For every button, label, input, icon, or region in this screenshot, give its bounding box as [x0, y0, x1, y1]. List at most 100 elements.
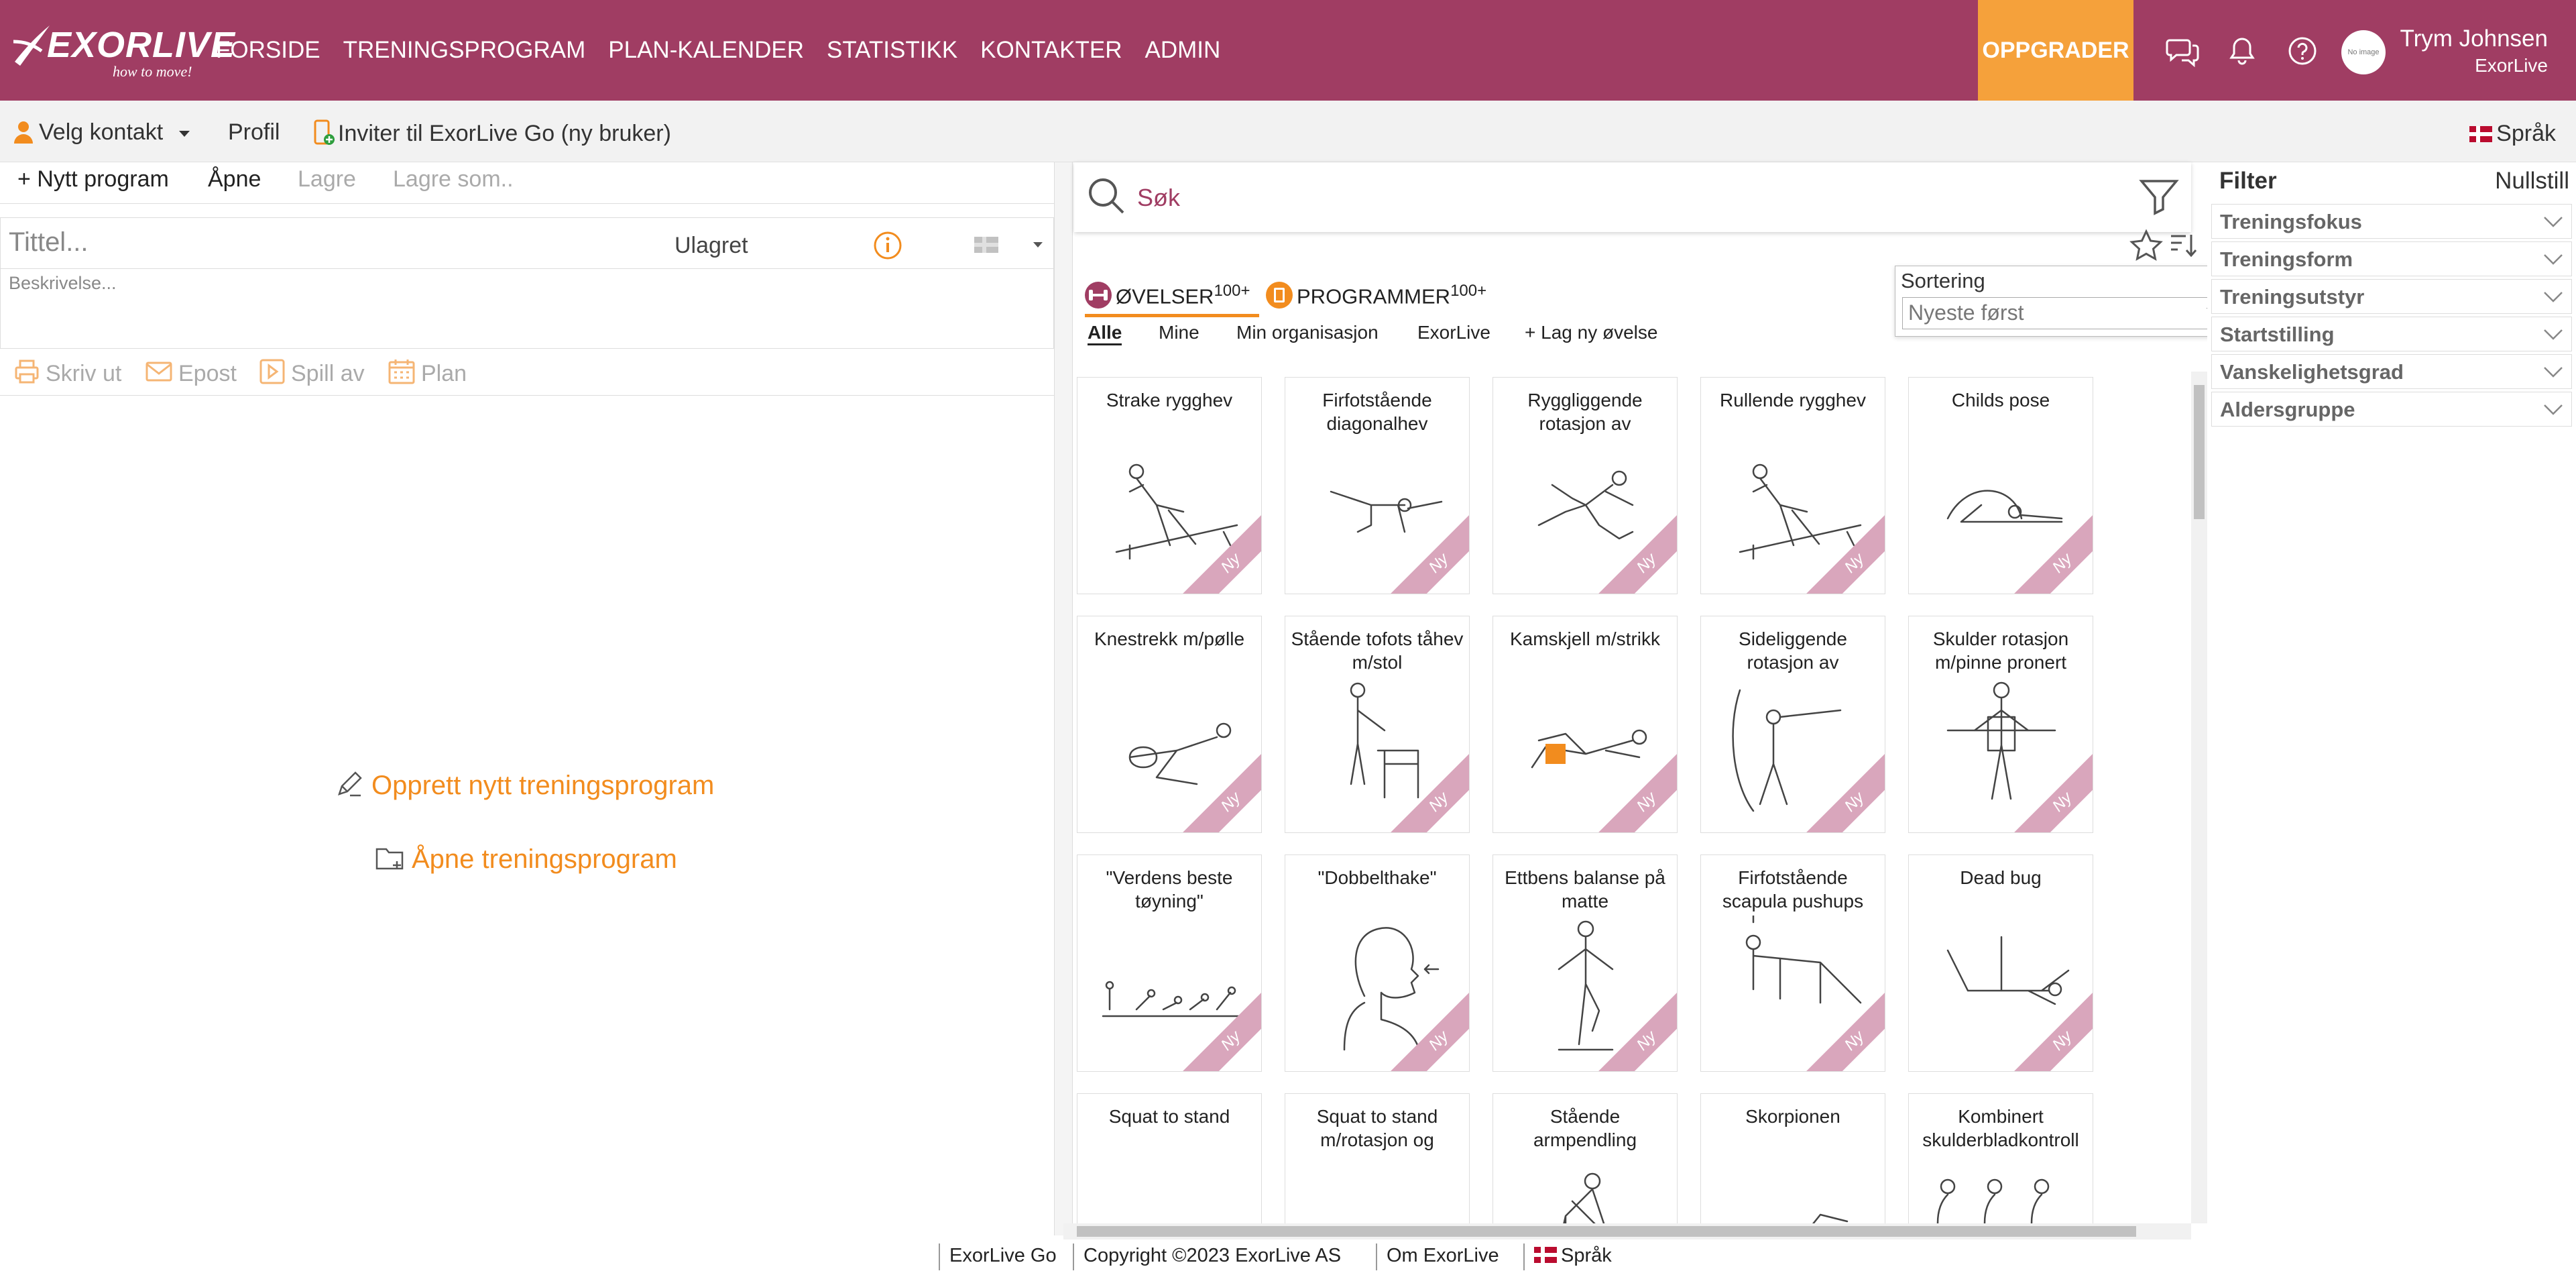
- user-name[interactable]: Trym Johnsen: [2400, 25, 2548, 52]
- exercise-card[interactable]: Firfotstående scapula pushups Ny: [1700, 854, 1885, 1072]
- filter-group[interactable]: Vanskelighetsgrad: [2211, 354, 2572, 389]
- invite-link[interactable]: Inviter til ExorLive Go (ny bruker): [312, 119, 671, 147]
- exercise-card[interactable]: Ryggliggende rotasjon av Ny: [1492, 377, 1678, 594]
- play-button[interactable]: Spill av: [259, 358, 365, 387]
- select-contact-label: Velg kontakt: [39, 119, 164, 145]
- language-selector[interactable]: Språk: [2469, 121, 2556, 147]
- save-as-button[interactable]: Lagre som..: [393, 166, 514, 192]
- email-label: Epost: [178, 361, 237, 386]
- favorite-star-icon[interactable]: [2128, 228, 2164, 264]
- exercise-card[interactable]: Stående tofots tåhev m/stol Ny: [1285, 616, 1470, 833]
- filter-group[interactable]: Treningsform: [2211, 241, 2572, 276]
- exercise-title: Knestrekk m/pølle: [1094, 628, 1245, 649]
- search-bar[interactable]: Søk: [1074, 162, 2191, 232]
- exercise-card[interactable]: Sideliggende rotasjon av Ny: [1700, 616, 1885, 833]
- filter-title: Filter: [2219, 168, 2277, 194]
- filter-group[interactable]: Startstilling: [2211, 317, 2572, 351]
- avatar[interactable]: No image: [2341, 30, 2386, 74]
- chat-icon[interactable]: [2166, 34, 2201, 68]
- filter-reset-button[interactable]: Nullstill: [2495, 168, 2569, 195]
- plan-button[interactable]: Plan: [388, 358, 467, 387]
- nav-item-forside[interactable]: FORSIDE: [216, 0, 320, 101]
- upgrade-button[interactable]: OPPGRADER: [1978, 0, 2133, 101]
- print-button[interactable]: Skriv ut: [13, 358, 121, 387]
- create-exercise-button[interactable]: + Lag ny øvelse: [1525, 322, 1657, 343]
- filter-group-label: Startstilling: [2220, 323, 2335, 346]
- new-program-button[interactable]: + Nytt program: [17, 166, 169, 192]
- filter-group[interactable]: Aldersgruppe: [2211, 392, 2572, 427]
- nav-item-treningsprogram[interactable]: TRENINGSPROGRAM: [343, 0, 586, 101]
- exorlive-logo[interactable]: EXORLIVE how to move!: [12, 21, 235, 82]
- horizontal-scrollbar[interactable]: [1063, 1223, 2191, 1239]
- subtab-my-organization[interactable]: Min organisasjon: [1236, 322, 1379, 343]
- scrollbar-thumb[interactable]: [1077, 1226, 2136, 1237]
- exercise-title: Stående armpendling: [1533, 1106, 1637, 1150]
- nav-item-plan-kalender[interactable]: PLAN-KALENDER: [608, 0, 804, 101]
- logo-tagline: how to move!: [113, 63, 192, 80]
- exercise-card[interactable]: Kombinert skulderbladkontrollNy: [1908, 1093, 2093, 1223]
- exercise-card[interactable]: Squat to standNy: [1077, 1093, 1262, 1223]
- bell-icon[interactable]: [2225, 34, 2260, 68]
- exercise-card[interactable]: Rullende rygghev Ny: [1700, 377, 1885, 594]
- exercise-card[interactable]: SkorpionenNy: [1700, 1093, 1885, 1223]
- info-icon[interactable]: [872, 230, 903, 261]
- exercise-title: Skulder rotasjon m/pinne pronert: [1932, 628, 2069, 673]
- exercise-title: "Verdens beste tøyning": [1106, 867, 1233, 911]
- subtab-exorlive[interactable]: ExorLive: [1417, 322, 1490, 343]
- program-description-input[interactable]: Beskrivelse...: [9, 273, 117, 294]
- subtab-mine[interactable]: Mine: [1159, 322, 1199, 343]
- search-icon[interactable]: [1085, 174, 1128, 217]
- pencil-icon: [338, 771, 362, 797]
- nav-item-admin[interactable]: ADMIN: [1145, 0, 1221, 101]
- email-button[interactable]: Epost: [145, 358, 237, 387]
- program-language-flag-icon[interactable]: [974, 237, 998, 253]
- exercise-card[interactable]: Kamskjell m/strikk Ny: [1492, 616, 1678, 833]
- sort-icon[interactable]: [2168, 231, 2199, 262]
- play-label: Spill av: [291, 361, 365, 386]
- filter-funnel-icon[interactable]: [2138, 174, 2180, 217]
- exercise-title: Dead bug: [1960, 867, 2042, 888]
- exercise-card[interactable]: Knestrekk m/pølle Ny: [1077, 616, 1262, 833]
- vertical-scrollbar[interactable]: [2191, 372, 2207, 1223]
- program-title-input[interactable]: [9, 227, 612, 258]
- program-description-box[interactable]: Beskrivelse...: [0, 268, 1054, 349]
- footer-exorlive-go[interactable]: ExorLive Go: [939, 1244, 1066, 1270]
- footer: ExorLive Go Copyright ©2023 ExorLive AS …: [0, 1239, 2576, 1271]
- profile-link[interactable]: Profil: [228, 119, 280, 146]
- exercise-card[interactable]: Ettbens balanse på matte Ny: [1492, 854, 1678, 1072]
- footer-about[interactable]: Om ExorLive: [1376, 1244, 1509, 1270]
- chevron-down-icon: [2544, 329, 2563, 340]
- exercise-card[interactable]: Dead bug Ny: [1908, 854, 2093, 1072]
- panel-divider[interactable]: [1054, 162, 1073, 1235]
- subtab-all[interactable]: Alle: [1088, 322, 1122, 345]
- tab-exercises[interactable]: ØVELSER100+: [1085, 282, 1250, 309]
- exercise-card[interactable]: Firfotstående diagonalhev Ny: [1285, 377, 1470, 594]
- help-icon[interactable]: [2285, 34, 2320, 68]
- exercise-card[interactable]: "Verdens beste tøyning" Ny: [1077, 854, 1262, 1072]
- sorting-select[interactable]: Nyeste først: [1902, 297, 2215, 329]
- exercise-card[interactable]: Childs pose Ny: [1908, 377, 2093, 594]
- nav-item-statistikk[interactable]: STATISTIKK: [827, 0, 957, 101]
- open-button[interactable]: Åpne: [208, 166, 261, 192]
- filter-group-label: Vanskelighetsgrad: [2220, 360, 2404, 384]
- exercise-card[interactable]: "Dobbelthake" Ny: [1285, 854, 1470, 1072]
- scrollbar-thumb[interactable]: [2194, 385, 2205, 519]
- save-button[interactable]: Lagre: [298, 166, 356, 192]
- footer-language[interactable]: Språk: [1523, 1244, 1621, 1270]
- filter-group[interactable]: Treningsfokus: [2211, 204, 2572, 239]
- create-program-link[interactable]: Opprett nytt treningsprogram: [334, 769, 714, 801]
- exercise-card[interactable]: Stående armpendlingNy: [1492, 1093, 1678, 1223]
- sorting-dropdown-panel: Sortering Nyeste først: [1895, 266, 2229, 337]
- chevron-down-icon: [2544, 292, 2563, 302]
- chevron-down-icon[interactable]: [1033, 242, 1043, 247]
- select-contact-dropdown[interactable]: Velg kontakt: [13, 119, 190, 146]
- search-input[interactable]: Søk: [1137, 184, 1180, 212]
- exercise-card[interactable]: Strake rygghev Ny: [1077, 377, 1262, 594]
- tab-programs[interactable]: PROGRAMMER100+: [1266, 282, 1486, 309]
- dumbbell-icon: [1085, 282, 1112, 309]
- exercise-card[interactable]: Squat to stand m/rotasjon ogNy: [1285, 1093, 1470, 1223]
- nav-item-kontakter[interactable]: KONTAKTER: [980, 0, 1122, 101]
- exercise-card[interactable]: Skulder rotasjon m/pinne pronert Ny: [1908, 616, 2093, 833]
- filter-group[interactable]: Treningsutstyr: [2211, 279, 2572, 314]
- open-program-link[interactable]: Åpne treningsprogram: [374, 842, 677, 875]
